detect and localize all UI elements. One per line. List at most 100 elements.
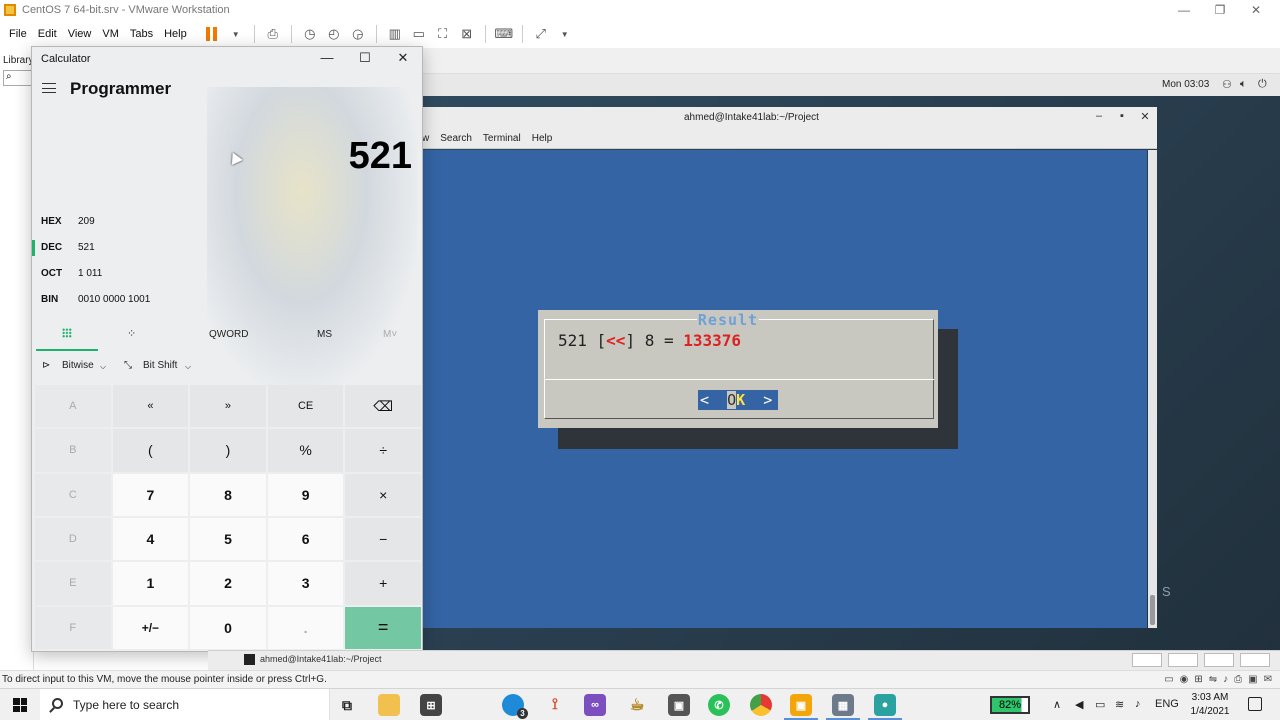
terminal-menu-search[interactable]: Search bbox=[440, 133, 472, 144]
memory-store-button[interactable]: MS bbox=[317, 329, 332, 340]
send-ctrl-alt-del-icon[interactable]: ⎙ bbox=[264, 25, 282, 43]
chevron-up-icon[interactable]: ∧ bbox=[1053, 698, 1061, 711]
menu-vm[interactable]: VM bbox=[102, 28, 119, 40]
close-button[interactable]: ✕ bbox=[1238, 0, 1274, 20]
key-2[interactable]: 2 bbox=[190, 562, 266, 605]
key-close-paren[interactable]: ) bbox=[190, 429, 266, 472]
calc-close-icon[interactable]: ✕ bbox=[393, 50, 413, 66]
key-1[interactable]: 1 bbox=[112, 562, 189, 605]
ok-button[interactable]: < OK > bbox=[698, 390, 778, 410]
key-negate[interactable]: +/− bbox=[112, 606, 189, 649]
key-shift-left[interactable]: « bbox=[112, 385, 189, 428]
key-open-paren[interactable]: ( bbox=[112, 429, 189, 472]
java-icon[interactable]: ☕︎ bbox=[626, 694, 648, 716]
bitshift-dropdown[interactable]: Bit Shift bbox=[143, 360, 177, 371]
console-view-icon[interactable]: ⌨ bbox=[494, 25, 513, 43]
snapshot-manager-icon[interactable]: ◶ bbox=[349, 25, 367, 43]
battery-indicator[interactable]: 82% bbox=[990, 696, 1030, 714]
printer-icon[interactable]: ⎙ bbox=[1234, 674, 1242, 685]
store-icon[interactable]: ⊞ bbox=[420, 694, 442, 716]
visual-studio-icon[interactable]: ∞ bbox=[584, 694, 606, 716]
dropdown-arrow-icon[interactable]: ▼ bbox=[556, 25, 574, 43]
scrollbar-thumb[interactable] bbox=[1150, 595, 1155, 625]
calc-minimize-icon[interactable]: — bbox=[317, 50, 337, 65]
key-d[interactable]: D bbox=[35, 517, 111, 561]
display-icon[interactable]: ▣ bbox=[1248, 674, 1257, 685]
edge-icon[interactable]: 3 bbox=[502, 694, 528, 719]
screen-recorder-icon[interactable]: ● bbox=[868, 694, 902, 720]
stretch-guest-icon[interactable]: ⤢ bbox=[532, 25, 550, 43]
terminal-maximize-icon[interactable]: ▪ bbox=[1115, 110, 1129, 122]
terminal-scrollbar[interactable] bbox=[1148, 150, 1157, 628]
maximize-button[interactable]: ❐ bbox=[1202, 0, 1238, 20]
key-0[interactable]: 0 bbox=[190, 606, 266, 649]
hamburger-menu-icon[interactable] bbox=[42, 83, 56, 93]
pause-icon[interactable] bbox=[203, 25, 221, 43]
minus-icon[interactable]: − bbox=[345, 517, 421, 561]
key-c[interactable]: C bbox=[35, 473, 111, 516]
volume-icon[interactable]: 🔈︎ bbox=[1240, 78, 1247, 91]
key-3[interactable]: 3 bbox=[267, 562, 344, 605]
bit-toggle-keypad-icon[interactable]: ⁘ bbox=[127, 327, 136, 340]
plus-icon[interactable]: + bbox=[345, 562, 421, 605]
hard-disk-icon[interactable]: ▭ bbox=[1164, 674, 1173, 685]
vm-thumbnail[interactable] bbox=[1240, 653, 1270, 667]
vmware-taskbar-icon[interactable]: ▣ bbox=[784, 694, 818, 720]
chevron-down-icon[interactable]: ⌵ bbox=[185, 362, 191, 372]
file-explorer-icon[interactable] bbox=[378, 694, 400, 716]
terminal-menu-terminal[interactable]: Terminal bbox=[483, 133, 521, 144]
full-screen-icon[interactable]: ⛶ bbox=[434, 25, 452, 43]
vm-thumbnail[interactable] bbox=[1132, 653, 1162, 667]
unity-icon[interactable]: ⊠ bbox=[458, 25, 476, 43]
chevron-down-icon[interactable]: ⌵ bbox=[100, 362, 106, 372]
radix-bin[interactable]: BIN 0010 0000 1001 bbox=[32, 289, 232, 311]
sound-card-icon[interactable]: ♪ bbox=[1223, 674, 1228, 685]
git-icon[interactable]: ⟟ bbox=[544, 694, 566, 716]
thumbnail-bar-icon[interactable]: ▭ bbox=[410, 25, 428, 43]
library-search-input[interactable]: ⌕ bbox=[3, 70, 33, 86]
message-log-icon[interactable]: ✉ bbox=[1264, 674, 1272, 685]
radix-oct[interactable]: OCT 1 011 bbox=[32, 263, 232, 285]
chrome-icon[interactable] bbox=[750, 694, 772, 716]
terminal-menu-view[interactable]: w bbox=[422, 133, 429, 144]
whatsapp-icon[interactable]: ✆ bbox=[708, 694, 730, 716]
wifi-icon[interactable]: ≋ bbox=[1115, 698, 1124, 711]
key-clear-entry[interactable]: CE bbox=[267, 385, 344, 428]
menu-file[interactable]: File bbox=[9, 28, 27, 40]
key-f[interactable]: F bbox=[35, 606, 111, 649]
terminal-close-icon[interactable]: ✕ bbox=[1138, 110, 1152, 123]
key-6[interactable]: 6 bbox=[267, 517, 344, 561]
taskbar-clock[interactable]: 3:03 AM 1/4/2021 bbox=[1185, 691, 1235, 719]
dropdown-arrow-icon[interactable]: ▼ bbox=[227, 25, 245, 43]
key-decimal[interactable]: . bbox=[267, 606, 344, 649]
volume-icon[interactable]: ◀︎ bbox=[1075, 698, 1083, 711]
bitwise-dropdown[interactable]: Bitwise bbox=[62, 360, 94, 371]
key-8[interactable]: 8 bbox=[190, 473, 266, 516]
vm-thumbnail[interactable] bbox=[1168, 653, 1198, 667]
thumbnail-terminal-item[interactable]: ahmed@Intake41lab:~/Project bbox=[260, 654, 381, 664]
word-size-button[interactable]: QWORD bbox=[209, 329, 248, 340]
network-icon[interactable]: ⚇ bbox=[1222, 78, 1232, 91]
key-e[interactable]: E bbox=[35, 562, 111, 605]
terminal-menu-help[interactable]: Help bbox=[532, 133, 553, 144]
calculator-taskbar-icon[interactable]: ▦ bbox=[826, 694, 860, 720]
taskbar-search-box[interactable]: Type here to search bbox=[40, 689, 330, 720]
network-adapter-icon[interactable]: ⊞ bbox=[1194, 674, 1202, 685]
revert-snapshot-icon[interactable]: ◴ bbox=[325, 25, 343, 43]
radix-dec[interactable]: DEC 521 bbox=[32, 237, 232, 259]
speaker-icon[interactable]: ♪ bbox=[1135, 698, 1141, 710]
vm-thumbnail[interactable] bbox=[1204, 653, 1234, 667]
task-view-icon[interactable]: ⧉ bbox=[336, 694, 358, 716]
show-library-icon[interactable]: ▥ bbox=[386, 25, 404, 43]
equals-button[interactable]: = bbox=[345, 606, 421, 649]
divide-icon[interactable]: ÷ bbox=[345, 429, 421, 472]
language-indicator[interactable]: ENG bbox=[1155, 698, 1179, 710]
radix-hex[interactable]: HEX 209 bbox=[32, 211, 232, 233]
key-5[interactable]: 5 bbox=[190, 517, 266, 561]
key-a[interactable]: A bbox=[35, 385, 111, 428]
cd-drive-icon[interactable]: ◉ bbox=[1180, 674, 1189, 685]
guest-clock[interactable]: Mon 03:03 bbox=[1162, 79, 1209, 90]
multiply-icon[interactable]: × bbox=[345, 473, 421, 516]
menu-tabs[interactable]: Tabs bbox=[130, 28, 153, 40]
full-keypad-icon[interactable] bbox=[62, 328, 72, 338]
